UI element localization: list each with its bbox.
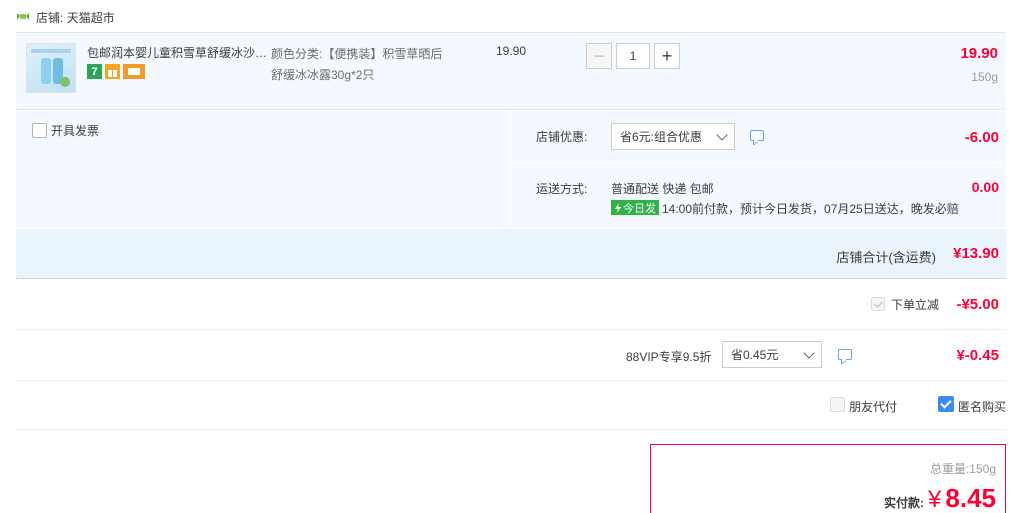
vip-discount-select[interactable]: 省0.45元 xyxy=(722,341,822,368)
paid-amount: 8.45 xyxy=(945,483,996,513)
invoice-option[interactable]: 开具发票 xyxy=(32,122,99,139)
vip-discount-value: ¥-0.45 xyxy=(956,347,999,364)
shop-total-row: 店铺合计(含运费) ¥13.90 xyxy=(16,229,1006,279)
instant-discount-value: -¥5.00 xyxy=(956,296,999,313)
invoice-checkbox[interactable] xyxy=(32,123,47,138)
service-badges: 7 xyxy=(87,64,145,79)
paid-amount-row: 实付款: ¥ 8.45 xyxy=(884,483,996,513)
shop-total-value: ¥13.90 xyxy=(953,245,999,262)
friend-pay-checkbox[interactable] xyxy=(830,397,845,412)
decrease-quantity-button[interactable]: − xyxy=(586,43,612,69)
paid-label: 实付款: xyxy=(884,496,925,510)
message-icon[interactable] xyxy=(750,130,764,141)
divider xyxy=(510,162,1006,163)
payment-options-row: 朋友代付 匿名购买 xyxy=(16,382,1006,430)
invoice-label: 开具发票 xyxy=(51,124,100,138)
unit-price: 19.90 xyxy=(496,44,527,58)
product-title-link[interactable]: 包邮润本婴儿童积雪草舒缓冰沙… xyxy=(87,44,267,61)
sku-line-1: 颜色分类:【便携装】积雪草晒后 xyxy=(271,47,443,61)
shipping-fee: 0.00 xyxy=(971,179,999,195)
tmall-cat-icon xyxy=(17,13,29,20)
quantity-input[interactable]: 1 xyxy=(616,43,650,69)
gift-icon[interactable] xyxy=(105,64,120,79)
vip-discount-row: 88VIP专享9.5折 省0.45元 ¥-0.45 xyxy=(16,331,1006,381)
delivery-estimate: 14:00前付款，预计今日发货，07月25日送达，晚发必赔 xyxy=(662,202,959,216)
vip-discount-label: 88VIP专享9.5折 xyxy=(626,350,712,364)
chevron-down-icon xyxy=(716,129,728,141)
message-icon[interactable] xyxy=(838,349,852,360)
credit-card-icon[interactable] xyxy=(123,64,145,79)
instant-discount-checkbox[interactable] xyxy=(871,297,885,311)
friend-pay-label[interactable]: 朋友代付 xyxy=(849,398,897,415)
order-item-row: 包邮润本婴儿童积雪草舒缓冰沙… 7 颜色分类:【便携装】积雪草晒后 舒缓冰冰露3… xyxy=(16,33,1006,110)
same-day-ship-badge: 今日发 xyxy=(611,200,659,215)
quantity-stepper: − 1 + xyxy=(586,43,680,69)
instant-discount-row: 下单立减 -¥5.00 xyxy=(16,280,1006,330)
item-subtotal: 19.90 xyxy=(960,45,998,62)
shop-header: 店铺: 天猫超市 xyxy=(16,8,115,26)
payment-summary-box: 总重量:150g 实付款: ¥ 8.45 xyxy=(650,444,1006,513)
sku-info: 颜色分类:【便携装】积雪草晒后 舒缓冰冰露30g*2只 xyxy=(271,44,471,86)
seven-day-return-icon[interactable]: 7 xyxy=(87,64,102,79)
chevron-down-icon xyxy=(803,347,815,359)
sku-line-2: 舒缓冰冰露30g*2只 xyxy=(271,68,375,82)
item-weight: 150g xyxy=(971,70,998,84)
instant-discount-label: 下单立减 xyxy=(891,298,940,312)
shop-discount-label: 店铺优惠: xyxy=(536,130,588,144)
shop-discount-value: -6.00 xyxy=(964,129,999,146)
shop-total-label: 店铺合计(含运费) xyxy=(836,250,936,265)
increase-quantity-button[interactable]: + xyxy=(654,43,680,69)
anonymous-checkbox[interactable] xyxy=(938,396,954,412)
product-thumbnail[interactable] xyxy=(26,43,76,93)
divider xyxy=(510,111,511,228)
shop-name-label[interactable]: 店铺: 天猫超市 xyxy=(36,9,115,26)
anonymous-label[interactable]: 匿名购买 xyxy=(958,398,1006,415)
total-weight: 总重量:150g xyxy=(929,462,996,476)
lightning-icon xyxy=(615,202,621,213)
shipping-method: 普通配送 快递 包邮 xyxy=(611,182,714,196)
shop-discount-select[interactable]: 省6元:组合优惠 xyxy=(611,123,735,150)
order-options-block: 开具发票 店铺优惠: 省6元:组合优惠 -6.00 运送方式: 普通配送 快递 … xyxy=(16,111,1006,228)
currency-symbol: ¥ xyxy=(928,486,942,513)
shipping-label: 运送方式: xyxy=(536,182,588,196)
